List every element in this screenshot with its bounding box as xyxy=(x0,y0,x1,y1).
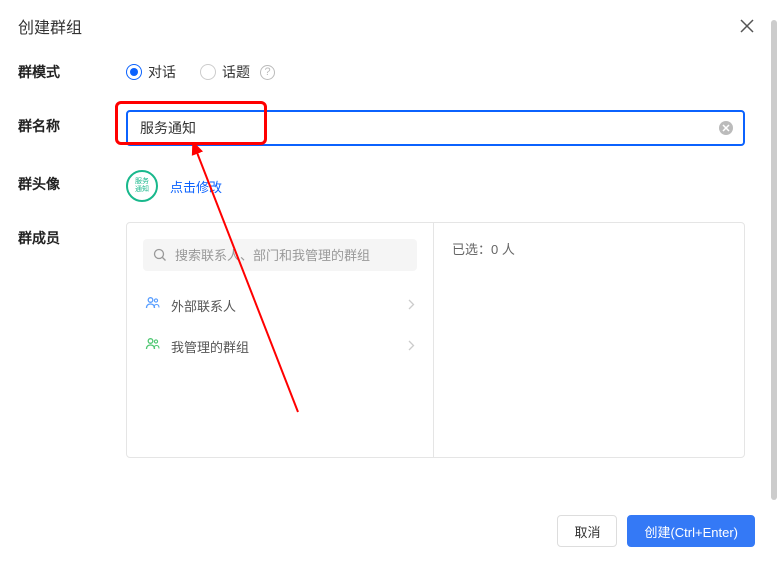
name-label: 群名称 xyxy=(18,110,126,136)
group-avatar: 服务 通知 xyxy=(126,170,158,202)
external-contacts-label: 外部联系人 xyxy=(171,296,236,315)
mode-radio-topic[interactable]: 话题 ? xyxy=(200,62,275,82)
chevron-right-icon xyxy=(408,340,415,354)
help-icon[interactable]: ? xyxy=(260,65,275,80)
managed-groups-icon xyxy=(145,336,161,357)
radio-unchecked-icon xyxy=(200,64,216,80)
managed-groups-item[interactable]: 我管理的群组 xyxy=(143,326,417,367)
scrollbar[interactable] xyxy=(771,20,777,500)
managed-groups-label: 我管理的群组 xyxy=(171,337,249,356)
selected-count-text: 已选：0 人 xyxy=(452,242,515,257)
group-name-input-wrapper xyxy=(126,110,745,146)
search-icon xyxy=(153,248,167,262)
members-search-box[interactable] xyxy=(143,239,417,271)
radio-checked-icon xyxy=(126,64,142,80)
avatar-label: 群头像 xyxy=(18,168,126,194)
clear-input-icon[interactable] xyxy=(719,121,733,135)
external-contacts-item[interactable]: 外部联系人 xyxy=(143,285,417,326)
create-button[interactable]: 创建(Ctrl+Enter) xyxy=(627,515,755,547)
dialog-title: 创建群组 xyxy=(18,14,82,38)
mode-radio-dialog[interactable]: 对话 xyxy=(126,62,176,82)
external-contacts-icon xyxy=(145,295,161,316)
mode-radio-topic-label: 话题 xyxy=(222,62,250,82)
group-name-input[interactable] xyxy=(140,120,709,136)
members-search-input[interactable] xyxy=(175,248,407,263)
mode-radio-dialog-label: 对话 xyxy=(148,62,176,82)
members-label: 群成员 xyxy=(18,222,126,248)
mode-label: 群模式 xyxy=(18,56,126,82)
close-icon[interactable] xyxy=(739,18,755,34)
cancel-button[interactable]: 取消 xyxy=(557,515,617,547)
chevron-right-icon xyxy=(408,299,415,313)
change-avatar-link[interactable]: 点击修改 xyxy=(170,177,222,196)
